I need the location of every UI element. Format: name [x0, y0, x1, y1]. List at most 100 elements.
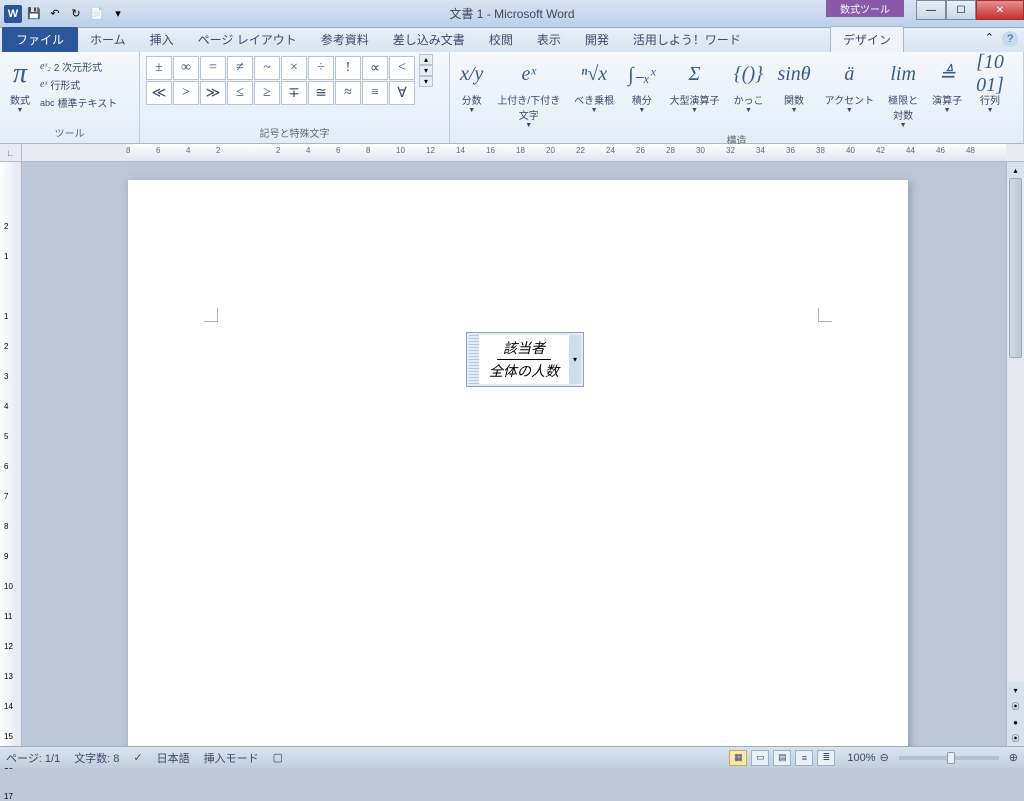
symbol-≠[interactable]: ≠	[227, 56, 253, 80]
structure-大型演算子[interactable]: Σ大型演算子▼	[663, 54, 725, 116]
symbol-≅[interactable]: ≅	[308, 81, 334, 105]
web-view[interactable]: ▤	[773, 750, 791, 766]
close-button[interactable]: ✕	[976, 0, 1024, 20]
symbol-≥[interactable]: ≥	[254, 81, 280, 105]
tab-review[interactable]: 校閲	[477, 27, 525, 52]
status-mode[interactable]: 挿入モード	[204, 750, 259, 766]
zoom-knob[interactable]	[947, 752, 955, 764]
status-page[interactable]: ページ: 1/1	[6, 750, 60, 766]
structure-べき乗根[interactable]: ⁿ√xべき乗根▼	[568, 54, 620, 116]
tab-mail[interactable]: 差し込み文書	[381, 27, 477, 52]
symbol-<[interactable]: <	[389, 56, 415, 80]
symbols-next[interactable]: ▾	[419, 65, 433, 76]
symbol-≫[interactable]: ≫	[200, 81, 226, 105]
equation-button[interactable]: π 数式 ▼	[4, 54, 36, 116]
symbol-![interactable]: !	[335, 56, 361, 80]
tab-selector[interactable]: ∟	[0, 144, 22, 162]
help-icon[interactable]: ?	[1002, 31, 1018, 47]
prev-page-icon[interactable]: ⦿	[1007, 698, 1024, 714]
structure-アクセント[interactable]: äアクセント▼	[819, 54, 881, 116]
denominator[interactable]: 全体の人数	[485, 360, 563, 381]
equation-options-dropdown[interactable]: ▾	[569, 335, 581, 384]
zoom-in-icon[interactable]: ⊕	[1009, 751, 1018, 764]
fullscreen-view[interactable]: ▭	[751, 750, 769, 766]
vertical-ruler[interactable]: 211234567891011121314151617	[0, 162, 22, 746]
page[interactable]: 該当者 全体の人数 ▾	[128, 180, 908, 746]
maximize-button[interactable]: ☐	[946, 0, 976, 20]
redo-icon[interactable]: ↻	[67, 5, 85, 23]
status-proofing-icon[interactable]: ✓	[133, 751, 142, 764]
structure-上付き下付き文字[interactable]: eˣ上付き/下付き 文字▼	[491, 54, 566, 131]
structure-関数[interactable]: sinθ関数▼	[771, 54, 816, 116]
symbol-×[interactable]: ×	[281, 56, 307, 80]
symbols-more[interactable]: ▾	[419, 76, 433, 87]
symbol-±[interactable]: ±	[146, 56, 172, 80]
tab-home[interactable]: ホーム	[78, 27, 138, 52]
minimize-button[interactable]: —	[916, 0, 946, 20]
zoom-slider[interactable]	[899, 756, 999, 760]
next-page-icon[interactable]: ⦿	[1007, 730, 1024, 746]
word-icon[interactable]: W	[4, 5, 22, 23]
symbol-~[interactable]: ~	[254, 56, 280, 80]
symbol-∞[interactable]: ∞	[173, 56, 199, 80]
structure-行列[interactable]: [10 01]行列▼	[970, 54, 1010, 116]
window-title: 文書 1 - Microsoft Word	[449, 5, 574, 22]
linear-format[interactable]: eˣ行形式	[38, 76, 119, 93]
symbols-prev[interactable]: ▴	[419, 54, 433, 65]
structure-かっこ[interactable]: {()}かっこ▼	[727, 54, 769, 116]
symbol-≪[interactable]: ≪	[146, 81, 172, 105]
tab-layout[interactable]: ページ レイアウト	[186, 27, 309, 52]
document-area[interactable]: 該当者 全体の人数 ▾	[22, 162, 1006, 746]
undo-icon[interactable]: ↶	[46, 5, 64, 23]
fraction[interactable]: 該当者 全体の人数	[479, 335, 569, 384]
qat-more-icon[interactable]: ▾	[109, 5, 127, 23]
tab-ref[interactable]: 参考資料	[309, 27, 381, 52]
tab-use[interactable]: 活用しよう！ワード	[621, 27, 753, 52]
print-layout-view[interactable]: ▦	[729, 750, 747, 766]
status-words[interactable]: 文字数: 8	[74, 750, 119, 766]
tab-view[interactable]: 表示	[525, 27, 573, 52]
symbol-=[interactable]: =	[200, 56, 226, 80]
two-d-format[interactable]: eˣ₂2 次元形式	[38, 58, 119, 75]
zoom-out-icon[interactable]: ⊖	[880, 751, 889, 764]
status-lang[interactable]: 日本語	[157, 750, 190, 766]
symbol-≤[interactable]: ≤	[227, 81, 253, 105]
file-tab[interactable]: ファイル	[2, 27, 78, 52]
structure-分数[interactable]: x/y分数▼	[454, 54, 489, 116]
symbol->[interactable]: >	[173, 81, 199, 105]
save-icon[interactable]: 💾	[25, 5, 43, 23]
structure-極限と対数[interactable]: lim極限と 対数▼	[882, 54, 924, 131]
status-macro-icon[interactable]: ▢	[273, 751, 283, 764]
symbol-∀[interactable]: ∀	[389, 81, 415, 105]
structure-積分[interactable]: ∫₋ₓˣ積分▼	[622, 54, 661, 116]
structure-演算子[interactable]: ≜演算子▼	[926, 54, 968, 116]
scroll-thumb[interactable]	[1009, 178, 1022, 358]
tab-design[interactable]: デザイン	[830, 26, 904, 52]
symbol-÷[interactable]: ÷	[308, 56, 334, 80]
symbol-≈[interactable]: ≈	[335, 81, 361, 105]
structure-icon: [10 01]	[976, 56, 1004, 92]
equation-box[interactable]: 該当者 全体の人数 ▾	[466, 332, 584, 387]
structure-icon: sinθ	[777, 56, 810, 92]
horizontal-ruler[interactable]: 8642246810121416182022242628303234363840…	[126, 144, 1006, 161]
minimize-ribbon-icon[interactable]: ⌃	[985, 31, 994, 47]
outline-view[interactable]: ≡	[795, 750, 813, 766]
tab-insert[interactable]: 挿入	[138, 27, 186, 52]
draft-view[interactable]: ≣	[817, 750, 835, 766]
symbol-≡[interactable]: ≡	[362, 81, 388, 105]
tab-dev[interactable]: 開発	[573, 27, 621, 52]
symbol-∝[interactable]: ∝	[362, 56, 388, 80]
symbol-∓[interactable]: ∓	[281, 81, 307, 105]
plain-text[interactable]: abc標準テキスト	[38, 94, 119, 111]
equation-move-handle[interactable]	[469, 335, 479, 384]
numerator[interactable]: 該当者	[497, 338, 551, 360]
browse-object-icon[interactable]: ●	[1007, 714, 1024, 730]
structure-icon: ä	[844, 56, 854, 92]
structure-icon: x/y	[460, 56, 483, 92]
structure-icon: ≜	[939, 56, 956, 92]
print-icon[interactable]: 📄	[88, 5, 106, 23]
zoom-level[interactable]: 100%	[847, 752, 875, 764]
scroll-up-icon[interactable]: ▴	[1007, 162, 1024, 178]
vertical-scrollbar[interactable]: ▴ ▾ ⦿ ● ⦿	[1006, 162, 1024, 746]
scroll-down-icon[interactable]: ▾	[1007, 682, 1024, 698]
